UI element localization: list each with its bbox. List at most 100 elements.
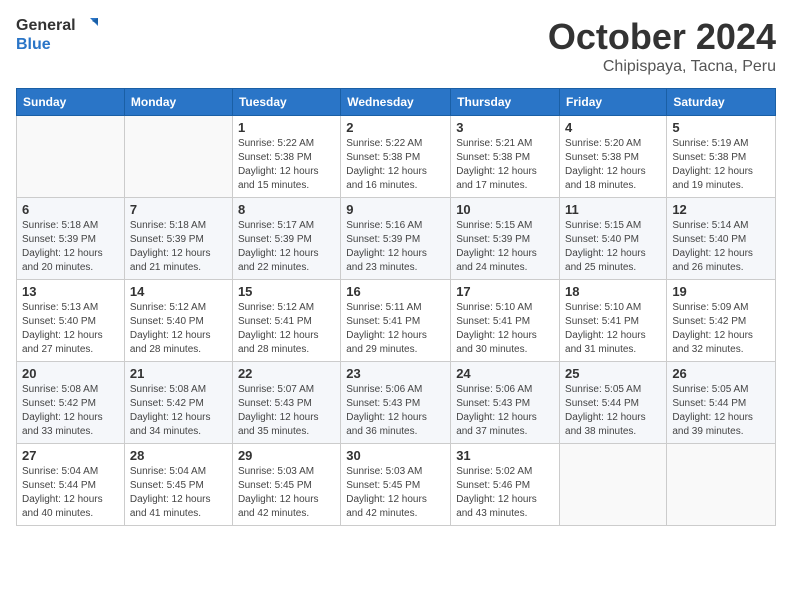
day-number: 17: [456, 284, 554, 299]
calendar-cell: 7 Sunrise: 5:18 AMSunset: 5:39 PMDayligh…: [124, 198, 232, 280]
day-number: 15: [238, 284, 335, 299]
day-info: Sunrise: 5:03 AMSunset: 5:45 PMDaylight:…: [238, 466, 319, 519]
calendar-cell: 3 Sunrise: 5:21 AMSunset: 5:38 PMDayligh…: [451, 116, 560, 198]
calendar-cell: [667, 444, 776, 526]
day-number: 12: [672, 202, 770, 217]
day-info: Sunrise: 5:05 AMSunset: 5:44 PMDaylight:…: [672, 384, 753, 437]
calendar-week-row: 27 Sunrise: 5:04 AMSunset: 5:44 PMDaylig…: [17, 444, 776, 526]
day-info: Sunrise: 5:10 AMSunset: 5:41 PMDaylight:…: [456, 302, 537, 355]
calendar-cell: 13 Sunrise: 5:13 AMSunset: 5:40 PMDaylig…: [17, 280, 125, 362]
day-info: Sunrise: 5:11 AMSunset: 5:41 PMDaylight:…: [346, 302, 427, 355]
calendar-cell: 31 Sunrise: 5:02 AMSunset: 5:46 PMDaylig…: [451, 444, 560, 526]
calendar-cell: 29 Sunrise: 5:03 AMSunset: 5:45 PMDaylig…: [232, 444, 340, 526]
calendar-cell: 4 Sunrise: 5:20 AMSunset: 5:38 PMDayligh…: [560, 116, 667, 198]
calendar-cell: 8 Sunrise: 5:17 AMSunset: 5:39 PMDayligh…: [232, 198, 340, 280]
day-info: Sunrise: 5:04 AMSunset: 5:45 PMDaylight:…: [130, 466, 211, 519]
calendar-cell: 17 Sunrise: 5:10 AMSunset: 5:41 PMDaylig…: [451, 280, 560, 362]
day-number: 7: [130, 202, 227, 217]
calendar-cell: 11 Sunrise: 5:15 AMSunset: 5:40 PMDaylig…: [560, 198, 667, 280]
day-number: 21: [130, 366, 227, 381]
day-number: 11: [565, 202, 661, 217]
day-info: Sunrise: 5:08 AMSunset: 5:42 PMDaylight:…: [130, 384, 211, 437]
day-info: Sunrise: 5:21 AMSunset: 5:38 PMDaylight:…: [456, 138, 537, 191]
day-number: 24: [456, 366, 554, 381]
day-number: 14: [130, 284, 227, 299]
weekday-header: Thursday: [451, 89, 560, 116]
title-area: October 2024 Chipispaya, Tacna, Peru: [548, 16, 776, 76]
day-number: 18: [565, 284, 661, 299]
day-info: Sunrise: 5:19 AMSunset: 5:38 PMDaylight:…: [672, 138, 753, 191]
day-number: 30: [346, 448, 445, 463]
day-number: 29: [238, 448, 335, 463]
calendar-cell: 25 Sunrise: 5:05 AMSunset: 5:44 PMDaylig…: [560, 362, 667, 444]
calendar-cell: 12 Sunrise: 5:14 AMSunset: 5:40 PMDaylig…: [667, 198, 776, 280]
logo: General Blue: [16, 16, 98, 54]
calendar-cell: 30 Sunrise: 5:03 AMSunset: 5:45 PMDaylig…: [341, 444, 451, 526]
weekday-header: Tuesday: [232, 89, 340, 116]
weekday-header: Saturday: [667, 89, 776, 116]
calendar-cell: [560, 444, 667, 526]
day-info: Sunrise: 5:17 AMSunset: 5:39 PMDaylight:…: [238, 220, 319, 273]
calendar-cell: 19 Sunrise: 5:09 AMSunset: 5:42 PMDaylig…: [667, 280, 776, 362]
day-info: Sunrise: 5:08 AMSunset: 5:42 PMDaylight:…: [22, 384, 103, 437]
weekday-header: Friday: [560, 89, 667, 116]
logo-line2: Blue: [16, 36, 51, 54]
logo-bird-icon: [78, 16, 98, 36]
calendar-cell: 22 Sunrise: 5:07 AMSunset: 5:43 PMDaylig…: [232, 362, 340, 444]
day-info: Sunrise: 5:14 AMSunset: 5:40 PMDaylight:…: [672, 220, 753, 273]
day-number: 19: [672, 284, 770, 299]
calendar-cell: 21 Sunrise: 5:08 AMSunset: 5:42 PMDaylig…: [124, 362, 232, 444]
day-number: 10: [456, 202, 554, 217]
day-info: Sunrise: 5:04 AMSunset: 5:44 PMDaylight:…: [22, 466, 103, 519]
calendar-cell: 20 Sunrise: 5:08 AMSunset: 5:42 PMDaylig…: [17, 362, 125, 444]
calendar-cell: 16 Sunrise: 5:11 AMSunset: 5:41 PMDaylig…: [341, 280, 451, 362]
day-number: 6: [22, 202, 119, 217]
day-number: 9: [346, 202, 445, 217]
calendar-cell: 2 Sunrise: 5:22 AMSunset: 5:38 PMDayligh…: [341, 116, 451, 198]
day-info: Sunrise: 5:22 AMSunset: 5:38 PMDaylight:…: [238, 138, 319, 191]
calendar-cell: 5 Sunrise: 5:19 AMSunset: 5:38 PMDayligh…: [667, 116, 776, 198]
day-info: Sunrise: 5:06 AMSunset: 5:43 PMDaylight:…: [346, 384, 427, 437]
calendar-cell: 10 Sunrise: 5:15 AMSunset: 5:39 PMDaylig…: [451, 198, 560, 280]
calendar-cell: 1 Sunrise: 5:22 AMSunset: 5:38 PMDayligh…: [232, 116, 340, 198]
page-header: General Blue October 2024 Chipispaya, Ta…: [16, 16, 776, 76]
calendar-cell: 18 Sunrise: 5:10 AMSunset: 5:41 PMDaylig…: [560, 280, 667, 362]
calendar-cell: 26 Sunrise: 5:05 AMSunset: 5:44 PMDaylig…: [667, 362, 776, 444]
day-number: 27: [22, 448, 119, 463]
day-info: Sunrise: 5:18 AMSunset: 5:39 PMDaylight:…: [130, 220, 211, 273]
calendar-week-row: 6 Sunrise: 5:18 AMSunset: 5:39 PMDayligh…: [17, 198, 776, 280]
month-title: October 2024: [548, 16, 776, 58]
weekday-header-row: SundayMondayTuesdayWednesdayThursdayFrid…: [17, 89, 776, 116]
day-number: 2: [346, 120, 445, 135]
day-number: 4: [565, 120, 661, 135]
calendar-cell: 14 Sunrise: 5:12 AMSunset: 5:40 PMDaylig…: [124, 280, 232, 362]
calendar-cell: 23 Sunrise: 5:06 AMSunset: 5:43 PMDaylig…: [341, 362, 451, 444]
logo-line1: General: [16, 17, 76, 35]
day-number: 5: [672, 120, 770, 135]
day-number: 28: [130, 448, 227, 463]
calendar-week-row: 20 Sunrise: 5:08 AMSunset: 5:42 PMDaylig…: [17, 362, 776, 444]
day-info: Sunrise: 5:06 AMSunset: 5:43 PMDaylight:…: [456, 384, 537, 437]
day-info: Sunrise: 5:05 AMSunset: 5:44 PMDaylight:…: [565, 384, 646, 437]
calendar-cell: [17, 116, 125, 198]
day-info: Sunrise: 5:10 AMSunset: 5:41 PMDaylight:…: [565, 302, 646, 355]
calendar-cell: [124, 116, 232, 198]
day-info: Sunrise: 5:09 AMSunset: 5:42 PMDaylight:…: [672, 302, 753, 355]
calendar-cell: 27 Sunrise: 5:04 AMSunset: 5:44 PMDaylig…: [17, 444, 125, 526]
day-number: 13: [22, 284, 119, 299]
day-info: Sunrise: 5:12 AMSunset: 5:40 PMDaylight:…: [130, 302, 211, 355]
weekday-header: Wednesday: [341, 89, 451, 116]
day-info: Sunrise: 5:15 AMSunset: 5:40 PMDaylight:…: [565, 220, 646, 273]
weekday-header: Monday: [124, 89, 232, 116]
day-number: 1: [238, 120, 335, 135]
day-number: 16: [346, 284, 445, 299]
weekday-header: Sunday: [17, 89, 125, 116]
day-info: Sunrise: 5:22 AMSunset: 5:38 PMDaylight:…: [346, 138, 427, 191]
day-info: Sunrise: 5:13 AMSunset: 5:40 PMDaylight:…: [22, 302, 103, 355]
day-number: 22: [238, 366, 335, 381]
calendar-table: SundayMondayTuesdayWednesdayThursdayFrid…: [16, 88, 776, 526]
day-number: 23: [346, 366, 445, 381]
day-number: 3: [456, 120, 554, 135]
calendar-week-row: 1 Sunrise: 5:22 AMSunset: 5:38 PMDayligh…: [17, 116, 776, 198]
day-info: Sunrise: 5:12 AMSunset: 5:41 PMDaylight:…: [238, 302, 319, 355]
